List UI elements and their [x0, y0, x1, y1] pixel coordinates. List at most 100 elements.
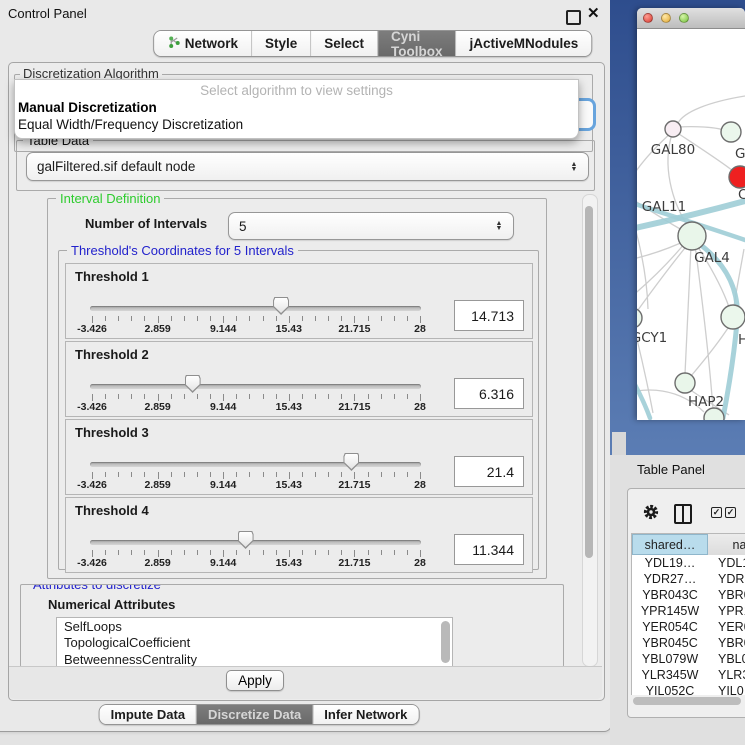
network-edge — [637, 200, 648, 309]
gear-icon[interactable] — [643, 504, 659, 520]
network-node-c[interactable] — [729, 166, 745, 188]
slider-tick-label: 21.715 — [324, 401, 384, 413]
slider-track[interactable] — [90, 462, 421, 467]
threshold-value-field[interactable]: 14.713 — [454, 300, 524, 331]
slider-tick — [381, 550, 382, 555]
attribute-list-item[interactable]: TopologicalCoefficient — [57, 635, 452, 652]
apply-button[interactable]: Apply — [226, 670, 284, 691]
table-row[interactable]: YPR145WYPR1 — [632, 603, 745, 619]
network-node-label: GAL4 — [694, 250, 730, 266]
slider-tick-label: 28 — [390, 557, 450, 569]
dropdown-option-equal-width-frequency[interactable]: Equal Width/Frequency Discretization — [18, 117, 243, 132]
table-row[interactable]: YER054CYER0 — [632, 619, 745, 635]
slider-tick — [171, 550, 172, 555]
threshold-value-field[interactable]: 21.4 — [454, 456, 524, 487]
close-traffic-light-icon[interactable] — [643, 13, 653, 23]
slider-tick — [302, 550, 303, 555]
network-node-gal4[interactable] — [678, 222, 706, 250]
float-window-icon[interactable] — [566, 10, 581, 25]
slider-track[interactable] — [90, 306, 421, 311]
tab-select[interactable]: Select — [311, 31, 378, 56]
tab-discretize-data[interactable]: Discretize Data — [197, 705, 313, 724]
table-row[interactable]: YDR27…YDR2 — [632, 571, 745, 587]
slider-tick — [302, 472, 303, 477]
table-row[interactable]: YDL19…YDL1 — [632, 555, 745, 571]
interval-definition-title: Interval Definition — [56, 191, 164, 206]
slider-thumb[interactable] — [273, 297, 289, 315]
tab-infer-network[interactable]: Infer Network — [313, 705, 418, 724]
table-row[interactable]: YLR345WYLR3 — [632, 667, 745, 683]
tab-style[interactable]: Style — [252, 31, 311, 56]
checkbox-icon[interactable]: ✓ — [725, 507, 736, 518]
algorithm-dropdown-popup: Select algorithm to view settings Manual… — [14, 79, 579, 139]
network-node-gal80[interactable] — [665, 121, 681, 137]
network-node-h[interactable] — [721, 305, 745, 329]
network-canvas[interactable]: GAL80GACGAL11GAL4GCY1HHAP2 — [637, 28, 745, 420]
slider-thumb[interactable] — [185, 375, 201, 393]
slider-thumb[interactable] — [238, 531, 254, 549]
minimize-traffic-light-icon[interactable] — [661, 13, 671, 23]
slider-tick — [210, 316, 211, 321]
dropdown-option-manual-discretization[interactable]: Manual Discretization — [18, 100, 157, 115]
tab-impute-data[interactable]: Impute Data — [100, 705, 197, 724]
slider-tick — [276, 472, 277, 477]
slider-tick — [407, 472, 408, 477]
network-node-label: C — [738, 187, 745, 203]
network-node-label: GCY1 — [637, 330, 667, 346]
slider-thumb[interactable] — [343, 453, 359, 471]
slider-tick-label: -3.426 — [62, 323, 122, 335]
panel-scrollbar[interactable] — [582, 194, 598, 667]
slider-track[interactable] — [90, 384, 421, 389]
list-scrollbar-thumb[interactable] — [441, 621, 450, 663]
network-node-gcy1[interactable] — [637, 308, 642, 328]
slider-tick — [210, 550, 211, 555]
number-of-intervals-combobox[interactable]: 5 ▲▼ — [228, 212, 514, 240]
panel-scrollbar-thumb[interactable] — [585, 206, 593, 558]
attribute-list-item[interactable]: SelfLoops — [57, 618, 452, 635]
network-edge — [695, 245, 713, 409]
slider-tick — [131, 316, 132, 321]
network-window-titlebar[interactable] — [637, 8, 745, 29]
slider-tick — [263, 550, 264, 555]
slider-tick-label: 2.859 — [128, 557, 188, 569]
table-hscrollbar[interactable] — [631, 695, 745, 706]
threshold-panel: Threshold 2-3.4262.8599.14415.4321.71528… — [65, 341, 533, 417]
slider-tick-label: -3.426 — [62, 401, 122, 413]
table-row[interactable]: YBL079WYBL0 — [632, 651, 745, 667]
slider-track[interactable] — [90, 540, 421, 545]
table-row[interactable]: YBR045CYBR0 — [632, 635, 745, 651]
tab-jactivemnodules[interactable]: jActiveMNodules — [457, 31, 592, 56]
network-node-ga[interactable] — [721, 122, 741, 142]
slider-tick — [407, 550, 408, 555]
slider-tick-label: -3.426 — [62, 479, 122, 491]
slider-tick — [197, 316, 198, 321]
network-node-hap2[interactable] — [675, 373, 695, 393]
close-icon[interactable]: ✕ — [587, 4, 600, 22]
zoom-traffic-light-icon[interactable] — [679, 13, 689, 23]
checkbox-icon[interactable]: ✓ — [711, 507, 722, 518]
column-header-shared-name[interactable]: shared… — [632, 534, 708, 555]
slider-tick-label: 28 — [390, 323, 450, 335]
slider-tick-label: 9.144 — [193, 401, 253, 413]
attribute-list-item[interactable]: BetweennessCentrality — [57, 651, 452, 667]
columns-icon[interactable] — [674, 504, 692, 524]
cell-name: YLR3 — [708, 668, 745, 682]
slider-tick — [184, 550, 185, 555]
column-header-name[interactable]: na — [708, 534, 745, 555]
slider-tick — [315, 394, 316, 399]
table-row[interactable]: YBR043CYBR0 — [632, 587, 745, 603]
threshold-value-field[interactable]: 11.344 — [454, 534, 524, 565]
slider-tick — [394, 316, 395, 321]
tab-cyni-toolbox[interactable]: Cyni Toolbox — [378, 31, 456, 56]
table-data-combobox[interactable]: galFiltered.sif default node ▲▼ — [26, 152, 589, 181]
threshold-value-field[interactable]: 6.316 — [454, 378, 524, 409]
table-hscrollbar-thumb[interactable] — [633, 697, 741, 705]
cell-shared-name: YER054C — [632, 620, 708, 634]
tab-network[interactable]: Network — [154, 31, 252, 56]
slider-tick-label: 15.43 — [259, 479, 319, 491]
slider-tick — [249, 550, 250, 555]
slider-tick — [263, 472, 264, 477]
network-icon — [167, 35, 180, 52]
slider-tick — [407, 316, 408, 321]
numerical-attributes-list[interactable]: SelfLoopsTopologicalCoefficientBetweenne… — [56, 617, 453, 667]
